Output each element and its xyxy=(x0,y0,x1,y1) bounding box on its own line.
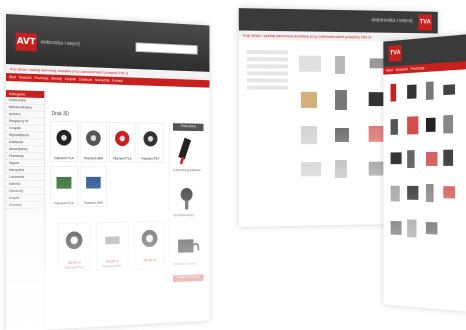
collage: elektronika i więcej TVA Kup teraz i zys… xyxy=(0,0,466,330)
right-badge: TVA xyxy=(388,44,402,62)
right-item[interactable]: Zasilacz sieciowy xyxy=(173,261,204,267)
brand-tagline: elektronika i więcej xyxy=(40,39,80,48)
product-name: Filament ABS xyxy=(83,200,104,206)
product-card[interactable]: Filament PLA xyxy=(49,120,78,163)
right-products-svg xyxy=(390,81,456,238)
bracket-icon xyxy=(105,236,120,245)
product-card[interactable]: Filament PLA xyxy=(108,121,136,163)
soldering-iron-icon xyxy=(178,137,192,165)
board-icon xyxy=(86,176,101,189)
back-header: elektronika i więcej TVA xyxy=(238,8,438,34)
product-card[interactable]: Filament ABS xyxy=(79,166,108,208)
spool-icon xyxy=(65,231,83,250)
right-box-title: Polecamy xyxy=(173,123,204,132)
product-name: Filament PLA xyxy=(54,156,74,161)
product-name: Filament PET xyxy=(141,156,160,161)
spool-icon xyxy=(143,131,158,147)
nav-item[interactable]: Czujniki xyxy=(65,77,76,81)
sidebar-item[interactable]: Narzędzia xyxy=(6,167,45,174)
back-sidebar xyxy=(247,47,288,199)
product-card[interactable]: Filament ABS xyxy=(79,121,108,163)
back-badge: TVA xyxy=(418,14,432,31)
product-card[interactable]: 49,90 zł xyxy=(133,221,166,270)
back-row-4 xyxy=(300,159,391,179)
add-to-cart-button[interactable]: Dodaj do koszyka xyxy=(173,274,204,283)
nav-item[interactable]: Moduły xyxy=(51,77,62,81)
search-input[interactable] xyxy=(135,42,198,55)
spool-icon xyxy=(86,130,101,146)
product-price: 49,90 zł xyxy=(143,257,156,263)
right-item[interactable]: Oprawka lampy xyxy=(173,213,204,217)
product-name: Filament PLA xyxy=(64,265,84,270)
main-header: AVT elektronika i więcej xyxy=(6,14,210,72)
brand-logo[interactable]: AVT xyxy=(15,32,37,52)
category-sidebar: Kategorie Elektronika Mikrokontrolery Ar… xyxy=(6,90,46,330)
main-page: AVT elektronika i więcej Kup teraz i zys… xyxy=(6,14,210,330)
product-card[interactable]: 49,90 zł Filament PLA xyxy=(57,222,91,273)
product-name: Filament PET xyxy=(102,264,122,269)
section-title: Druk 3D xyxy=(51,111,69,118)
spool-icon xyxy=(56,129,72,146)
spool-icon xyxy=(115,130,130,147)
spool-icon xyxy=(141,229,158,248)
product-name: Filament PLA xyxy=(112,156,132,161)
nav-item[interactable]: Kontakt xyxy=(112,79,123,83)
product-card[interactable]: Filament PET xyxy=(137,122,164,163)
nav-item[interactable]: Start xyxy=(9,75,16,79)
nav-item[interactable]: Nowości xyxy=(19,75,32,79)
nav-item[interactable]: Narzędzia xyxy=(95,78,109,82)
nav-item[interactable]: Zasilacze xyxy=(79,78,93,82)
right-nav-item[interactable]: Nowości xyxy=(396,67,408,72)
product-name: Filament PLA xyxy=(54,201,74,206)
product-card[interactable]: Filament PLA xyxy=(49,166,78,208)
lamp-holder-icon xyxy=(180,187,193,210)
right-column: Polecamy Lutownica grzałkowa Oprawka lam… xyxy=(168,123,207,303)
product-name: Filament ABS xyxy=(83,156,104,161)
right-nav-item[interactable]: Promocje xyxy=(411,66,425,71)
right-nav-item[interactable]: Start xyxy=(386,68,393,72)
sidebar-item[interactable]: Zestawy xyxy=(6,201,45,209)
back-tagline: elektronika i więcej xyxy=(371,17,413,25)
right-item[interactable]: Lutownica grzałkowa xyxy=(173,168,204,172)
right-tools xyxy=(390,81,456,238)
board-icon xyxy=(56,176,72,189)
power-supply-icon xyxy=(178,239,200,259)
product-card[interactable]: 54,90 zł Filament PET xyxy=(96,221,129,271)
nav-item[interactable]: Promocje xyxy=(34,76,48,80)
right-page: TVA Start Nowości Promocje xyxy=(383,34,466,312)
